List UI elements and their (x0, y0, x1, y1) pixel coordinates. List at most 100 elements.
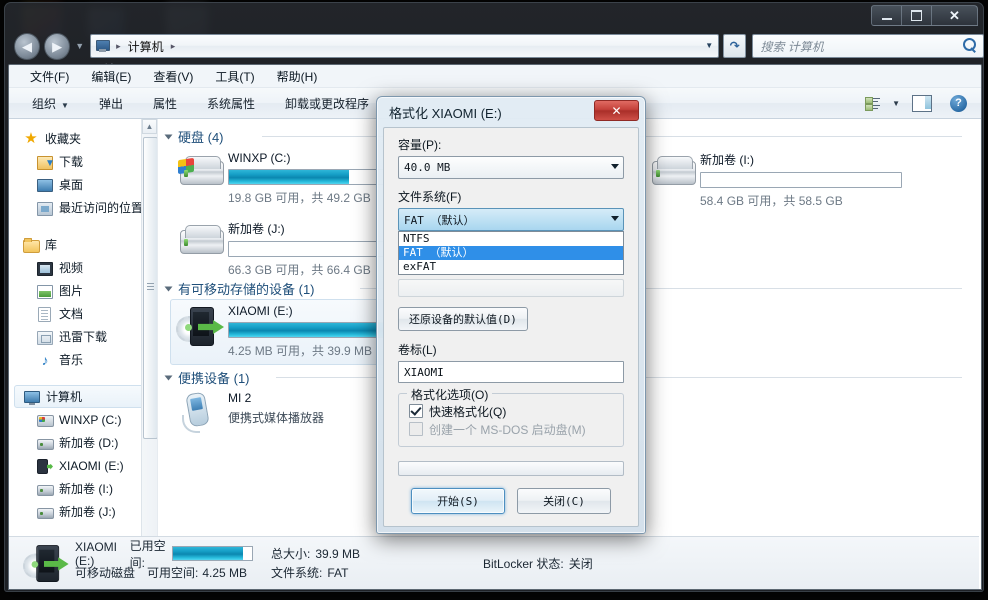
change-view-button[interactable] (861, 94, 884, 113)
help-icon[interactable]: ? (950, 94, 967, 112)
sidebar-item-volume-d[interactable]: 新加卷 (D:) (9, 431, 157, 454)
status-drive-type: 可移动磁盘 (75, 566, 136, 580)
menu-help[interactable]: 帮助(H) (266, 66, 329, 87)
navigation-bar: ◀ ▶ ▼ ▸ 计算机 ▸ ▼ ↷ 搜索 计算机 (4, 30, 984, 62)
chevron-down-icon: ▼ (75, 41, 85, 51)
recent-pages-button[interactable]: ▼ (75, 41, 84, 51)
window-controls: ✕ (871, 5, 978, 26)
system-properties-button[interactable]: 系统属性 (198, 92, 264, 115)
sidebar-scrollbar[interactable]: ▲ ▼ (141, 119, 157, 567)
back-button[interactable]: ◀ (14, 32, 41, 60)
chevron-down-icon: ▼ (61, 100, 69, 110)
sidebar-item-desktop[interactable]: 桌面 (9, 173, 157, 196)
dialog-close-action-button[interactable]: 关闭(C) (517, 488, 611, 514)
device-name: MI 2 (228, 391, 252, 405)
status-bitlocker-label: BitLocker 状态: (483, 556, 564, 571)
sidebar-group-libraries: 库 视频 图片 文档 迅雷下载 ♪ 音乐 (9, 233, 157, 371)
sidebar-item-volume-i[interactable]: 新加卷 (I:) (9, 477, 157, 500)
filesystem-dropdown-list[interactable]: NTFS FAT （默认） exFAT (398, 231, 624, 275)
menu-view[interactable]: 查看(V) (142, 66, 204, 87)
status-total-value: 39.9 MB (315, 546, 361, 561)
group-header-removable[interactable]: 有可移动存储的设备 (1) (164, 279, 315, 298)
restore-defaults-button[interactable]: 还原设备的默认值(D) (398, 307, 528, 331)
group-header-hard-disks[interactable]: 硬盘 (4) (164, 127, 224, 146)
scroll-up-button[interactable]: ▲ (142, 119, 157, 134)
menu-file[interactable]: 文件(F) (19, 66, 80, 87)
eject-button[interactable]: 弹出 (90, 92, 132, 115)
sidebar-item-music[interactable]: ♪ 音乐 (9, 348, 157, 371)
quick-format-row[interactable]: 快速格式化(Q) (409, 402, 615, 420)
sidebar-item-volume-j[interactable]: 新加卷 (J:) (9, 500, 157, 523)
chevron-down-icon (611, 216, 619, 221)
capacity-combobox[interactable]: 40.0 MB (398, 156, 624, 179)
address-dropdown-button[interactable]: ▼ (700, 35, 718, 55)
minimize-button[interactable] (871, 5, 902, 26)
removable-phone-icon (176, 304, 226, 346)
command-bar-right: ▼ ? (861, 88, 973, 118)
start-button[interactable]: 开始(S) (411, 488, 505, 514)
chevron-down-icon (164, 134, 173, 139)
sidebar-item-computer[interactable]: 计算机 (14, 385, 147, 408)
menu-tools[interactable]: 工具(T) (204, 66, 265, 87)
sidebar-label: 下载 (59, 155, 84, 169)
filesystem-option-ntfs[interactable]: NTFS (399, 232, 623, 246)
breadcrumb-separator-icon: ▸ (116, 40, 121, 51)
device-type-text: 便携式媒体播放器 (228, 411, 325, 425)
sidebar-label: 库 (45, 238, 58, 252)
close-button[interactable]: ✕ (932, 5, 978, 26)
group-title: 有可移动存储的设备 (1) (178, 282, 315, 297)
sidebar-item-videos[interactable]: 视频 (9, 256, 157, 279)
sidebar-item-pictures[interactable]: 图片 (9, 279, 157, 302)
sidebar-label: 新加卷 (I:) (59, 482, 113, 496)
uninstall-change-program-button[interactable]: 卸载或更改程序 (276, 92, 378, 115)
drive-item-volume-i[interactable]: 新加卷 (I:) 58.4 GB 可用，共 58.5 GB (648, 147, 908, 209)
search-icon (962, 38, 977, 53)
organize-button[interactable]: 组织 ▼ (23, 92, 78, 115)
sidebar-item-libraries[interactable]: 库 (9, 233, 157, 256)
filesystem-value: FAT （默认） (404, 213, 475, 227)
group-title: 便携设备 (1) (178, 371, 250, 386)
dialog-close-button[interactable]: ✕ (594, 100, 639, 121)
status-fs-value: FAT (327, 565, 349, 580)
breadcrumb-item-computer[interactable]: 计算机 (128, 38, 164, 55)
chevron-down-icon: ▼ (705, 40, 714, 50)
scrollbar-thumb[interactable] (143, 137, 157, 439)
menu-edit[interactable]: 编辑(E) (80, 66, 142, 87)
filesystem-option-exfat[interactable]: exFAT (399, 260, 623, 274)
sidebar-item-xiaomi-e[interactable]: XIAOMI (E:) (9, 454, 157, 477)
maximize-button[interactable] (902, 5, 932, 26)
filesystem-option-fat[interactable]: FAT （默认） (399, 246, 623, 260)
dialog-buttons: 开始(S) 关闭(C) (384, 488, 638, 514)
quick-format-checkbox[interactable] (409, 404, 423, 418)
chevron-down-icon (164, 286, 173, 291)
sidebar-item-favorites[interactable]: ★ 收藏夹 (9, 127, 157, 150)
msdos-boot-label: 创建一个 MS-DOS 启动盘(M) (429, 422, 586, 437)
sidebar-item-downloads[interactable]: ▼ 下载 (9, 150, 157, 173)
properties-button[interactable]: 属性 (144, 92, 186, 115)
drive-icon (37, 481, 54, 497)
refresh-button[interactable]: ↷ (723, 34, 747, 58)
sidebar-label: WINXP (C:) (59, 412, 122, 427)
desktop-icon (37, 177, 53, 193)
view-dropdown-button[interactable]: ▼ (892, 99, 900, 108)
status-fs-label: 文件系统: (271, 566, 323, 580)
group-header-portable[interactable]: 便携设备 (1) (164, 368, 250, 387)
breadcrumb-separator-icon-2[interactable]: ▸ (171, 41, 176, 52)
forward-button[interactable]: ▶ (44, 32, 71, 60)
volume-label-input[interactable]: XIAOMI (398, 361, 624, 383)
removable-phone-icon (23, 542, 69, 584)
sidebar-item-thunder-download[interactable]: 迅雷下载 (9, 325, 157, 348)
allocation-unit-combobox[interactable] (398, 279, 624, 297)
sidebar-item-documents[interactable]: 文档 (9, 302, 157, 325)
sidebar-label: XIAOMI (E:) (59, 458, 124, 473)
computer-icon (24, 389, 40, 405)
search-input[interactable]: 搜索 计算机 (752, 34, 984, 58)
sidebar-item-winxp-c[interactable]: WINXP (C:) (9, 408, 157, 431)
drive-icon (37, 504, 54, 520)
sidebar-item-recent-places[interactable]: 最近访问的位置 (9, 196, 157, 219)
filesystem-combobox[interactable]: FAT （默认） (398, 208, 624, 231)
preview-pane-button[interactable] (912, 94, 932, 112)
sidebar-group-computer: 计算机 WINXP (C:) 新加卷 (D:) XIAOMI (E:) 新加卷 … (9, 385, 157, 523)
status-free-label: 可用空间: (147, 566, 199, 580)
address-bar[interactable]: ▸ 计算机 ▸ ▼ (90, 34, 720, 58)
